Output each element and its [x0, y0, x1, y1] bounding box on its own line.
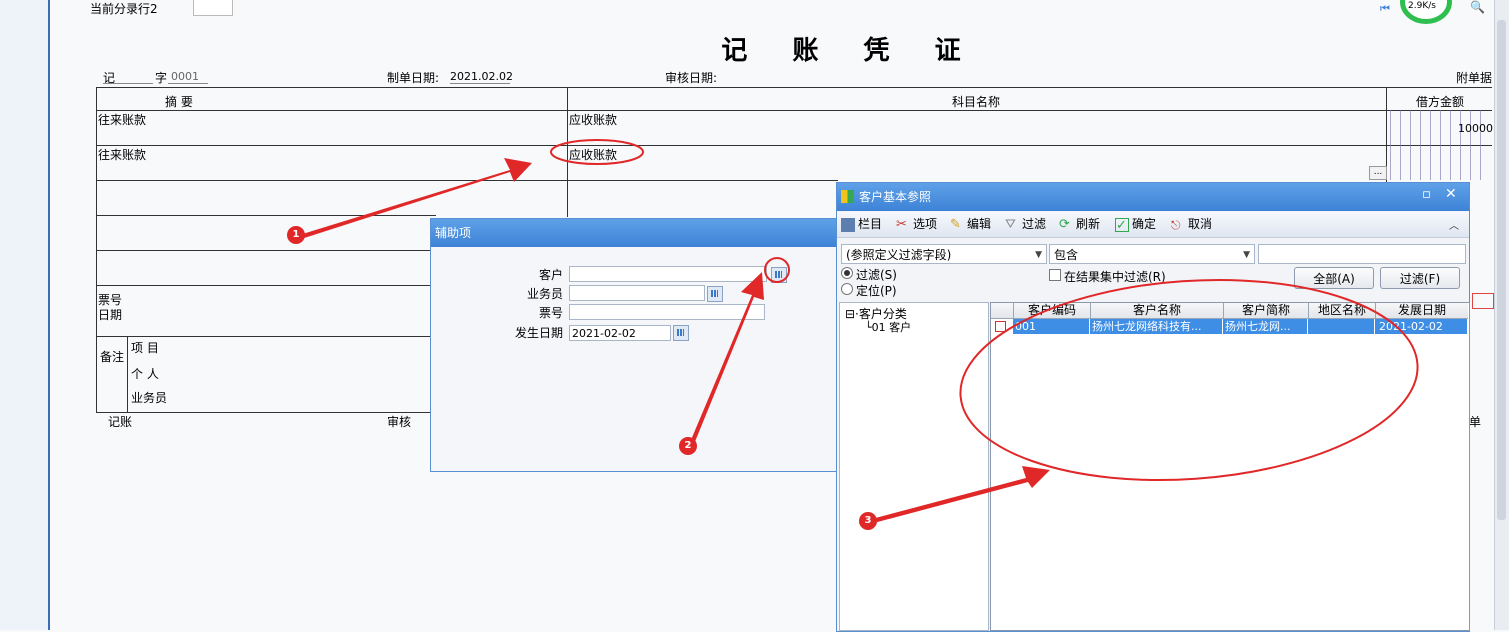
arrow-3 — [868, 466, 1050, 524]
highlight-circle-2 — [764, 257, 790, 283]
annotation-badge-1: 1 — [287, 226, 305, 244]
annotation-overlay — [296, 139, 1419, 524]
highlight-ellipse-1 — [550, 139, 644, 165]
annotation-badge-2: 2 — [679, 437, 697, 455]
annotation-badge-3: 3 — [859, 512, 877, 530]
arrow-2 — [688, 272, 764, 449]
highlight-ellipse-3 — [959, 278, 1419, 482]
arrow-1 — [296, 158, 532, 240]
